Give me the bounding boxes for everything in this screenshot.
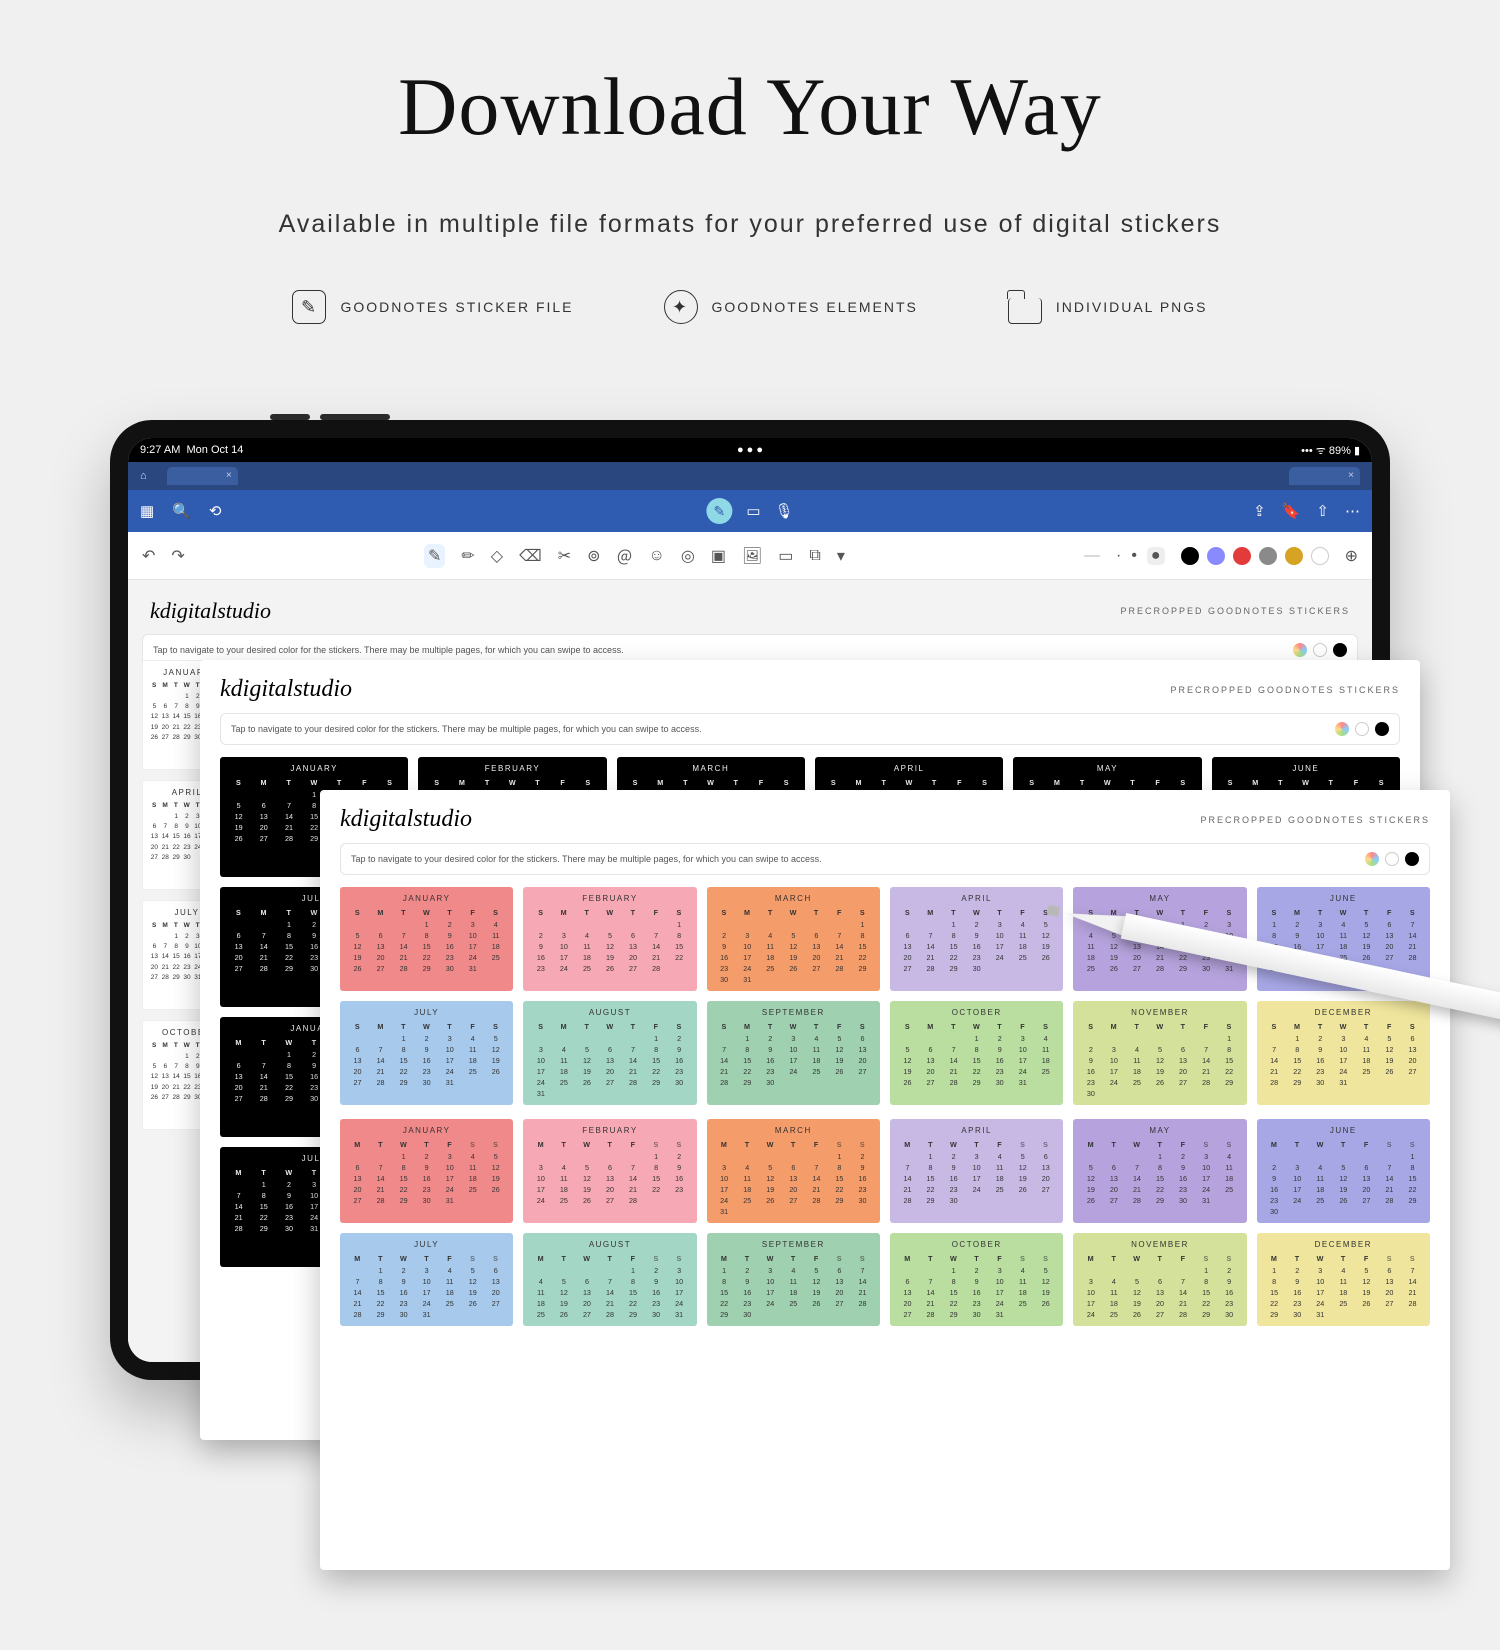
more-icon[interactable]: ⋯	[1345, 502, 1360, 520]
home-icon[interactable]: ⌂	[140, 470, 147, 482]
redo-icon[interactable]: ↷	[171, 546, 184, 566]
calendar-month: MAYSMTWTFS123456789101112131415161718192…	[1073, 887, 1246, 991]
hero-title: Download Your Way	[0, 60, 1500, 154]
calendar-month: MARCHMTWTFSS1234567891011121314151617181…	[707, 1119, 880, 1223]
add-icon[interactable]: ⊕	[1345, 546, 1358, 566]
tool-icon[interactable]: ⌫	[519, 546, 542, 566]
tool-icon[interactable]: ▾	[837, 546, 845, 566]
calendar-month: AUGUSTMTWTFSS123456789101112131415161718…	[523, 1233, 696, 1326]
calendar-month: OCTOBERMTWTFSS12345678910111213141516171…	[890, 1233, 1063, 1326]
color-swatch[interactable]	[1311, 547, 1329, 565]
color-white-icon[interactable]	[1355, 722, 1369, 736]
format-goodnotes-elements: ✦ GOODNOTES ELEMENTS	[664, 290, 918, 324]
calendar-month: DECEMBERMTWTFSS1234567891011121314151617…	[1257, 1233, 1430, 1326]
calendar-month: SEPTEMBERMTWTFSS123456789101112131415161…	[707, 1233, 880, 1326]
calendar-month: APRILMTWTFSS1234567891011121314151617181…	[890, 1119, 1063, 1223]
tool-icon[interactable]: 🖼	[742, 546, 762, 566]
export-icon[interactable]: ⇪	[1253, 502, 1266, 520]
calendar-month: JANUARYSMTWTFS12345678910111213141516171…	[340, 887, 513, 991]
calendar-month: MAYMTWTFSS123456789101112131415161718192…	[1073, 1119, 1246, 1223]
bookmark-icon[interactable]: 🔖	[1282, 502, 1301, 520]
brand-logo: kdigitalstudio	[150, 598, 271, 624]
hero-subtitle: Available in multiple file formats for y…	[0, 210, 1500, 239]
app-toolbar: ▦ 🔍 ⟲ ✎ ▭ 🎙 ⇪ 🔖 ⇧ ⋯	[128, 490, 1372, 532]
window-titlebar: ⌂ × ×	[128, 462, 1372, 490]
tool-icon[interactable]: ＠	[617, 544, 633, 568]
grid-icon[interactable]: ▦	[140, 502, 154, 520]
formats-row: ✎ GOODNOTES STICKER FILE ✦ GOODNOTES ELE…	[0, 290, 1500, 324]
search-icon[interactable]: 🔍	[172, 502, 191, 520]
color-rainbow-icon[interactable]	[1365, 852, 1379, 866]
calendar-month: JUNESMTWTFS12345678910111213141516171819…	[1257, 887, 1430, 991]
color-rainbow-icon[interactable]	[1335, 722, 1349, 736]
drawing-toolbar: ↶ ↷ ✎ ✏ ◇ ⌫ ✂ ⊚ ＠ ☺ ◎ ▣ 🖼 ▭ ⧉ ▾ — · • ● ⊕	[128, 532, 1372, 580]
hint-bar: Tap to navigate to your desired color fo…	[340, 843, 1430, 875]
tab-1[interactable]: ×	[167, 467, 238, 485]
divider-icon: —	[1084, 547, 1100, 565]
undo-icon[interactable]: ↶	[142, 546, 155, 566]
refresh-icon[interactable]: ⟲	[209, 502, 222, 520]
tab-2[interactable]: ×	[1289, 467, 1360, 485]
color-swatch[interactable]	[1233, 547, 1251, 565]
tool-icon[interactable]: ▭	[778, 546, 793, 566]
format-label: INDIVIDUAL PNGS	[1056, 299, 1208, 315]
calendar-month: SEPTEMBERSMTWTFS123456789101112131415161…	[707, 1001, 880, 1105]
brand-label: PRECROPPED GOODNOTES STICKERS	[1120, 606, 1350, 616]
folder-icon	[1008, 298, 1042, 324]
mic-icon[interactable]: 🎙	[775, 502, 794, 520]
sticker-sheet-color: kdigitalstudio PRECROPPED GOODNOTES STIC…	[320, 790, 1450, 1570]
color-white-icon[interactable]	[1385, 852, 1399, 866]
calendar-month: JULYMTWTFSS12345678910111213141516171819…	[340, 1233, 513, 1326]
color-black-icon[interactable]	[1333, 643, 1347, 657]
format-label: GOODNOTES ELEMENTS	[712, 299, 918, 315]
color-swatch[interactable]	[1259, 547, 1277, 565]
brand-label: PRECROPPED GOODNOTES STICKERS	[1170, 685, 1400, 695]
hint-bar: Tap to navigate to your desired color fo…	[220, 713, 1400, 745]
brand-label: PRECROPPED GOODNOTES STICKERS	[1200, 815, 1430, 825]
tool-icon[interactable]: ⊚	[587, 546, 600, 566]
star-icon: ✦	[664, 290, 698, 324]
stroke-size-icon[interactable]: ●	[1147, 547, 1165, 565]
calendar-month: MARCHSMTWTFS1234567891011121314151617181…	[707, 887, 880, 991]
calendar-month: DECEMBERSMTWTFS1234567891011121314151617…	[1257, 1001, 1430, 1105]
calendar-month: FEBRUARYMTWTFSS1234567891011121314151617…	[523, 1119, 696, 1223]
calendar-month: FEBRUARYSMTWTFS1234567891011121314151617…	[523, 887, 696, 991]
format-label: GOODNOTES STICKER FILE	[340, 299, 573, 315]
share-icon[interactable]: ⇧	[1316, 502, 1329, 520]
tool-icon[interactable]: ✎	[424, 544, 445, 568]
calendar-month: JANUARYMTWTFSS12345678910111213141516171…	[340, 1119, 513, 1223]
format-goodnotes-file: ✎ GOODNOTES STICKER FILE	[292, 290, 573, 324]
tool-icon[interactable]: ◇	[491, 546, 503, 566]
pen-icon: ✎	[292, 290, 326, 324]
color-swatch[interactable]	[1285, 547, 1303, 565]
tool-icon[interactable]: ◎	[681, 546, 695, 566]
calendar-month: JUNEMTWTFSS12345678910111213141516171819…	[1257, 1119, 1430, 1223]
pen-mode-icon[interactable]: ✎	[706, 498, 732, 524]
calendar-month: NOVEMBERMTWTFSS1234567891011121314151617…	[1073, 1233, 1246, 1326]
tool-icon[interactable]: ☺	[649, 547, 665, 565]
calendar-month: JULYSMTWTFS12345678910111213141516171819…	[340, 1001, 513, 1105]
color-black-icon[interactable]	[1405, 852, 1419, 866]
format-individual-pngs: INDIVIDUAL PNGS	[1008, 290, 1208, 324]
calendar-month: AUGUSTSMTWTFS123456789101112131415161718…	[523, 1001, 696, 1105]
color-rainbow-icon[interactable]	[1293, 643, 1307, 657]
tool-icon[interactable]: ▣	[711, 546, 726, 566]
keyboard-icon[interactable]: ▭	[746, 502, 760, 520]
color-black-icon[interactable]	[1375, 722, 1389, 736]
brand-logo: kdigitalstudio	[340, 806, 472, 833]
tool-icon[interactable]: ✂	[558, 546, 571, 566]
tool-icon[interactable]: ⧉	[809, 547, 820, 565]
color-swatch[interactable]	[1181, 547, 1199, 565]
calendar-month: NOVEMBERSMTWTFS1234567891011121314151617…	[1073, 1001, 1246, 1105]
calendar-month: APRILSMTWTFS1234567891011121314151617181…	[890, 887, 1063, 991]
color-swatch[interactable]	[1207, 547, 1225, 565]
color-white-icon[interactable]	[1313, 643, 1327, 657]
stroke-size-icon[interactable]: •	[1131, 547, 1137, 565]
tool-icon[interactable]: ✏	[461, 546, 474, 566]
stroke-size-icon[interactable]: ·	[1116, 547, 1121, 565]
brand-logo: kdigitalstudio	[220, 676, 352, 703]
calendar-month: OCTOBERSMTWTFS12345678910111213141516171…	[890, 1001, 1063, 1105]
status-bar: 9:27 AM Mon Oct 14 ● ● ● ••• ᯤ 89% ▮	[128, 438, 1372, 462]
